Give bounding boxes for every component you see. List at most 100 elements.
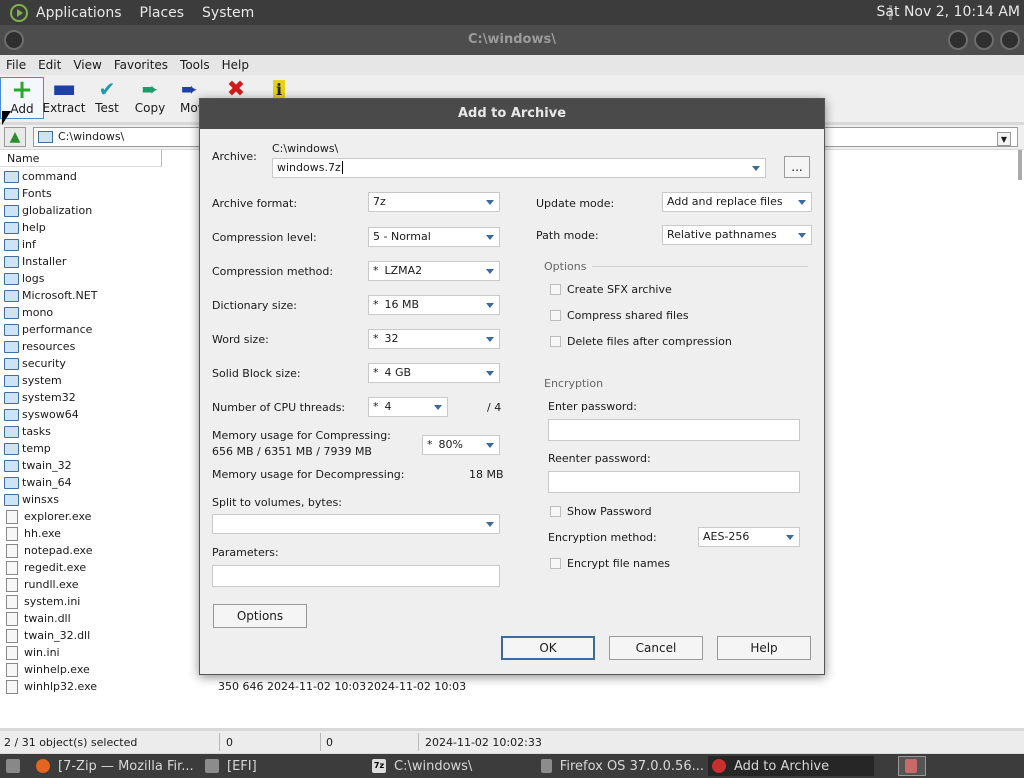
list-item[interactable]: twain.dll [4, 610, 97, 627]
task-efi[interactable]: [EFI] [205, 756, 365, 776]
places-menu[interactable]: Places [140, 5, 185, 21]
dialog-title[interactable]: Add to Archive [200, 99, 824, 129]
clock[interactable]: Sat Nov 2, 10:14 AM [877, 4, 1020, 20]
list-item[interactable]: logs [4, 270, 97, 287]
dictionary-size-select[interactable]: * 16 MB [368, 295, 500, 315]
up-folder-button[interactable]: ▲ [4, 127, 26, 147]
scrollbar[interactable] [1018, 150, 1022, 180]
close-button[interactable] [1000, 30, 1020, 50]
list-item[interactable]: hh.exe [4, 525, 97, 542]
solid-block-size-select[interactable]: * 4 GB [368, 363, 500, 383]
archive-label: Archive: [212, 150, 257, 163]
taskbar: [7-Zip — Mozilla Fir... [EFI] 7z C:\wind… [0, 754, 1024, 778]
list-item[interactable]: win.ini [4, 644, 97, 661]
list-item[interactable]: system.ini [4, 593, 97, 610]
move-button[interactable]: ➨ Move [171, 77, 199, 119]
list-item[interactable]: security [4, 355, 97, 372]
solid-block-size-label: Solid Block size: [212, 367, 301, 380]
list-item[interactable]: explorer.exe [4, 508, 97, 525]
workspace-switcher[interactable] [898, 756, 926, 776]
encryption-method-select[interactable]: AES-256 [698, 527, 800, 547]
memory-percent-select[interactable]: * 80% [422, 435, 500, 455]
test-button[interactable]: ✔ Test [85, 77, 129, 119]
list-item[interactable]: system [4, 372, 97, 389]
cpu-threads-select[interactable]: * 4 [368, 397, 448, 417]
task-firefox[interactable]: [7-Zip — Mozilla Fir... [36, 756, 198, 776]
list-item[interactable]: syswow64 [4, 406, 97, 423]
list-item[interactable]: Installer [4, 253, 97, 270]
path-mode-select[interactable]: Relative pathnames [662, 225, 812, 245]
window-titlebar[interactable]: C:\windows\ [0, 25, 1024, 55]
task-7zip-window[interactable]: 7z C:\windows\ [372, 756, 537, 776]
ok-button[interactable]: OK [501, 636, 595, 660]
list-item[interactable]: notepad.exe [4, 542, 97, 559]
delete-after-checkbox[interactable]: Delete files after compression [550, 335, 732, 348]
list-item[interactable]: regedit.exe [4, 559, 97, 576]
compress-shared-checkbox[interactable]: Compress shared files [550, 309, 689, 322]
address-text: C:\windows\ [58, 130, 125, 143]
list-item[interactable]: Microsoft.NET [4, 287, 97, 304]
help-button[interactable]: Help [717, 636, 811, 660]
menu-favorites[interactable]: Favorites [114, 58, 168, 72]
archive-format-select[interactable]: 7z [368, 192, 500, 212]
minimize-button[interactable] [948, 30, 968, 50]
plus-icon: + [11, 75, 33, 105]
list-item[interactable]: inf [4, 236, 97, 253]
show-desktop-button[interactable] [2, 756, 30, 776]
list-item[interactable]: globalization [4, 202, 97, 219]
distro-logo-icon[interactable] [10, 3, 28, 22]
parameters-input[interactable] [212, 565, 500, 587]
encrypt-names-checkbox[interactable]: Encrypt file names [550, 557, 670, 570]
window-menu-button[interactable] [4, 30, 24, 50]
list-item[interactable]: Fonts [4, 185, 97, 202]
show-password-checkbox[interactable]: Show Password [550, 505, 652, 518]
applications-menu[interactable]: Applications [36, 5, 122, 21]
split-volumes-label: Split to volumes, bytes: [212, 496, 342, 509]
browse-button[interactable]: ... [784, 156, 810, 178]
list-item[interactable]: winsxs [4, 491, 97, 508]
list-item[interactable]: winhelp.exe [4, 661, 97, 678]
split-volumes-select[interactable] [212, 514, 500, 534]
list-item[interactable]: resources [4, 338, 97, 355]
word-size-select[interactable]: * 32 [368, 329, 500, 349]
chevron-down-icon[interactable]: ▼ [997, 132, 1011, 146]
list-item[interactable]: system32 [4, 389, 97, 406]
reenter-password-input[interactable] [548, 471, 800, 493]
list-item[interactable]: twain_32 [4, 457, 97, 474]
file-icon [6, 628, 18, 643]
task-add-to-archive[interactable]: Add to Archive [708, 756, 874, 776]
minus-icon: ▬ [51, 74, 77, 104]
cancel-button[interactable]: Cancel [609, 636, 703, 660]
password-input[interactable] [548, 419, 800, 441]
update-mode-select[interactable]: Add and replace files [662, 192, 812, 212]
list-item[interactable]: tasks [4, 423, 97, 440]
menu-tools[interactable]: Tools [180, 58, 210, 72]
compression-method-select[interactable]: * LZMA2 [368, 261, 500, 281]
file-size: 350 646 [218, 680, 264, 693]
maximize-button[interactable] [974, 30, 994, 50]
task-firefox-os[interactable]: Firefox OS 37.0.0.56... [541, 756, 704, 776]
compression-level-select[interactable]: 5 - Normal [368, 227, 500, 247]
list-item[interactable]: temp [4, 440, 97, 457]
menu-file[interactable]: File [6, 58, 26, 72]
list-item[interactable]: winhlp32.exe 350 646 2024-11-02 10:03 2024-… [4, 678, 466, 695]
copy-button[interactable]: ➨ Copy [128, 77, 172, 119]
list-item[interactable]: performance [4, 321, 97, 338]
list-item[interactable]: twain_64 [4, 474, 97, 491]
list-item[interactable]: mono [4, 304, 97, 321]
column-header-name[interactable]: Name [0, 150, 162, 167]
create-sfx-checkbox[interactable]: Create SFX archive [550, 283, 672, 296]
menu-edit[interactable]: Edit [38, 58, 61, 72]
options-button[interactable]: Options [213, 604, 307, 628]
menu-view[interactable]: View [73, 58, 101, 72]
archive-name-input[interactable]: windows.7z [272, 158, 766, 178]
list-item[interactable]: rundll.exe [4, 576, 97, 593]
list-item[interactable]: help [4, 219, 97, 236]
system-menu[interactable]: System [202, 5, 254, 21]
chevron-down-icon[interactable] [752, 166, 760, 171]
extract-button[interactable]: ▬ Extract [42, 74, 86, 119]
menu-help[interactable]: Help [222, 58, 249, 72]
list-item[interactable]: command [4, 168, 97, 185]
status-size: 0 [226, 736, 233, 749]
list-item[interactable]: twain_32.dll [4, 627, 97, 644]
